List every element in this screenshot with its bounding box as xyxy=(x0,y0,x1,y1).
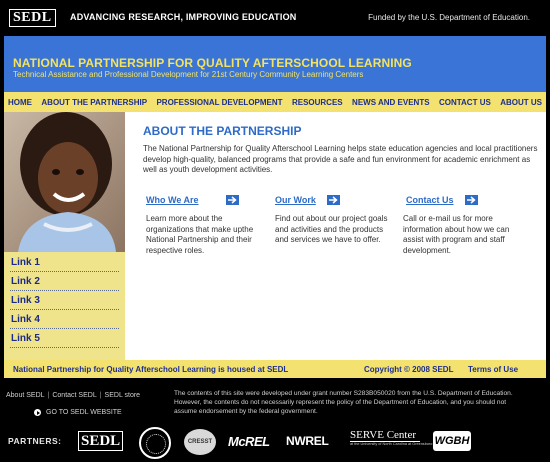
our-work-column: Our Work Find out about our project goal… xyxy=(275,194,393,246)
arrow-right-icon[interactable] xyxy=(225,195,239,205)
arrow-right-icon[interactable] xyxy=(464,195,478,205)
student-photo xyxy=(4,112,125,252)
contact-us-link[interactable]: Contact Us xyxy=(406,195,454,205)
sidebar-link-4[interactable]: Link 4 xyxy=(10,310,119,329)
nav-item-contact-us[interactable]: CONTACT US xyxy=(439,98,491,107)
sidebar-link-2[interactable]: Link 2 xyxy=(10,272,119,291)
nav-item-news-events[interactable]: NEWS AND EVENTS xyxy=(352,98,430,107)
our-work-text: Find out about our project goals and act… xyxy=(275,214,388,244)
sidebar-link-5[interactable]: Link 5 xyxy=(10,329,119,348)
footer-separator: | xyxy=(99,392,102,399)
main-content: ABOUT THE PARTNERSHIP The National Partn… xyxy=(125,112,546,360)
nav-item-professional-development[interactable]: PROFESSIONAL DEVELOPMENT xyxy=(156,98,282,107)
serve-logo-subtext: at the University of North Carolina at G… xyxy=(350,442,433,446)
our-work-link[interactable]: Our Work xyxy=(275,195,316,205)
sedl-store-link[interactable]: SEDL store xyxy=(105,392,141,399)
play-circle-icon xyxy=(34,409,41,416)
partners-label: PARTNERS: xyxy=(8,436,62,446)
disclaimer-text: The contents of this site were developed… xyxy=(174,390,513,415)
contact-us-column: Contact Us Call or e-mail us for more in… xyxy=(403,194,521,256)
partner-logo-wgbh[interactable]: WGBH xyxy=(433,431,471,451)
terms-of-use-link[interactable]: Terms of Use xyxy=(468,365,518,374)
arrow-right-icon[interactable] xyxy=(326,195,340,205)
partner-logo-mcrel[interactable]: McREL xyxy=(228,434,270,449)
who-we-are-link[interactable]: Who We Are xyxy=(146,195,199,205)
goto-sedl-website-link[interactable]: GO TO SEDL WEBSITE xyxy=(34,409,122,416)
about-sedl-link[interactable]: About SEDL xyxy=(6,392,45,399)
partner-logo-nwrel[interactable]: NWREL xyxy=(286,434,329,448)
site-title: NATIONAL PARTNERSHIP FOR QUALITY AFTERSC… xyxy=(13,56,412,70)
funded-by-text: Funded by the U.S. Department of Educati… xyxy=(368,13,530,22)
contact-us-text: Call or e-mail us for more information a… xyxy=(403,214,510,255)
copyright-text: Copyright © 2008 SEDL xyxy=(364,365,454,374)
nav-item-about-us[interactable]: ABOUT US xyxy=(500,98,542,107)
partner-logo-seal[interactable] xyxy=(139,427,171,459)
page-title: ABOUT THE PARTNERSHIP xyxy=(143,124,302,138)
contact-sedl-link[interactable]: Contact SEDL xyxy=(52,392,96,399)
who-we-are-text: Learn more about the organizations that … xyxy=(146,214,254,255)
nav-item-about-partnership[interactable]: ABOUT THE PARTNERSHIP xyxy=(41,98,147,107)
partner-logo-serve[interactable]: SERVE Center at the University of North … xyxy=(350,429,433,447)
site-banner: NATIONAL PARTNERSHIP FOR QUALITY AFTERSC… xyxy=(4,36,546,92)
who-we-are-column: Who We Are Learn more about the organiza… xyxy=(146,194,264,256)
bottom-bar: National Partnership for Quality Aftersc… xyxy=(4,360,546,378)
housed-at-text: National Partnership for Quality Aftersc… xyxy=(13,365,289,374)
partners-bar: PARTNERS: SEDL CRESST McREL NWREL SERVE … xyxy=(0,424,550,462)
footer-separator: | xyxy=(47,392,50,399)
footer-links: About SEDL | Contact SEDL | SEDL store xyxy=(6,392,140,399)
intro-paragraph: The National Partnership for Quality Aft… xyxy=(143,144,538,174)
main-nav: HOME ABOUT THE PARTNERSHIP PROFESSIONAL … xyxy=(4,92,546,112)
sidebar-link-3[interactable]: Link 3 xyxy=(10,291,119,310)
sidebar-link-1[interactable]: Link 1 xyxy=(10,253,119,272)
sedl-logo[interactable]: SEDL xyxy=(9,9,56,27)
sidebar-links: Link 1 Link 2 Link 3 Link 4 Link 5 xyxy=(4,253,125,348)
partner-logo-sedl[interactable]: SEDL xyxy=(78,431,124,451)
sidebar: Link 1 Link 2 Link 3 Link 4 Link 5 xyxy=(4,112,125,360)
header-tagline: ADVANCING RESEARCH, IMPROVING EDUCATION xyxy=(70,12,297,22)
site-subtitle: Technical Assistance and Professional De… xyxy=(13,70,364,79)
goto-sedl-website-label: GO TO SEDL WEBSITE xyxy=(46,409,122,416)
nav-item-home[interactable]: HOME xyxy=(8,98,32,107)
serve-logo-name: SERVE Center xyxy=(350,429,420,442)
nav-item-resources[interactable]: RESOURCES xyxy=(292,98,343,107)
partner-logo-cresst[interactable]: CRESST xyxy=(184,429,216,455)
top-header: SEDL ADVANCING RESEARCH, IMPROVING EDUCA… xyxy=(0,0,550,36)
